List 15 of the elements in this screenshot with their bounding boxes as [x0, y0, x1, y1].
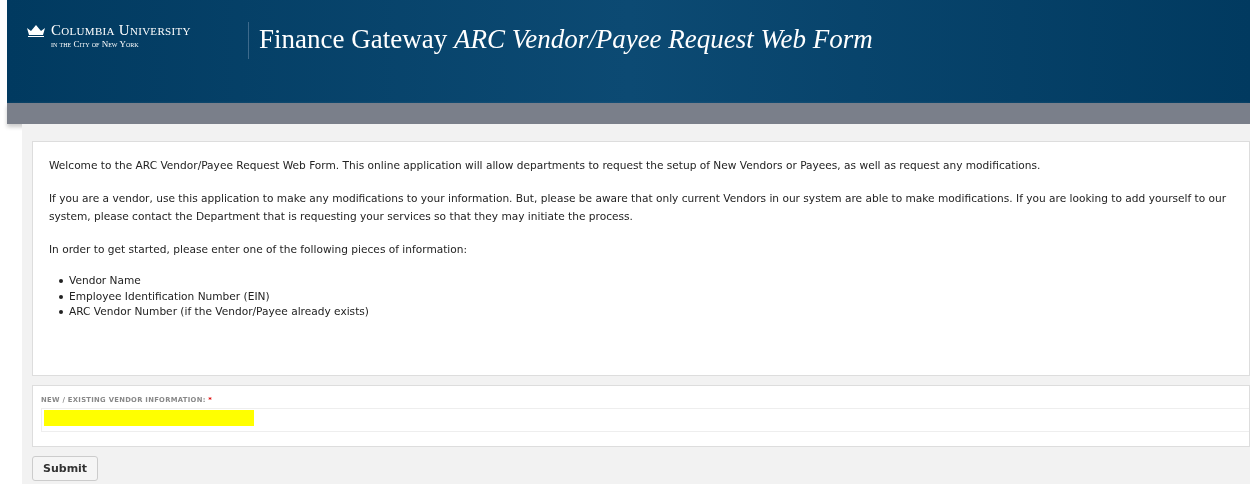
page-title: Finance Gateway ARC Vendor/Payee Request Web Form	[259, 24, 873, 55]
list-item: Vendor Name	[69, 273, 141, 288]
university-tagline: in the City of New York	[51, 39, 140, 49]
bullet-icon	[59, 310, 63, 314]
list-item: ARC Vendor Number (if the Vendor/Payee already exists)	[69, 304, 369, 319]
bullet-icon	[59, 279, 63, 283]
crown-icon	[26, 24, 46, 37]
vendor-input-field[interactable]	[41, 408, 1249, 432]
submit-button[interactable]: Submit	[32, 456, 99, 481]
intro-paragraph: If you are a vendor, use this application to make any modifications to your information. But, please be aware that only current Vendors in our system are able to make modifications. If you are looking to add yourself to our system, please contact the Department that is requesting your services so that they may initiate the process.	[49, 191, 1228, 224]
university-name: Columbia University	[51, 22, 191, 39]
intro-paragraph: In order to get started, please enter one of the following pieces of information:	[49, 242, 469, 257]
intro-paragraph: Welcome to the ARC Vendor/Payee Request Web Form. This online application will allow departments to request the setup of New Vendors or Payees, as well as request any modifications.	[49, 158, 1042, 173]
list-item: Employee Identification Number (EIN)	[69, 288, 270, 304]
bullet-icon	[59, 294, 63, 299]
